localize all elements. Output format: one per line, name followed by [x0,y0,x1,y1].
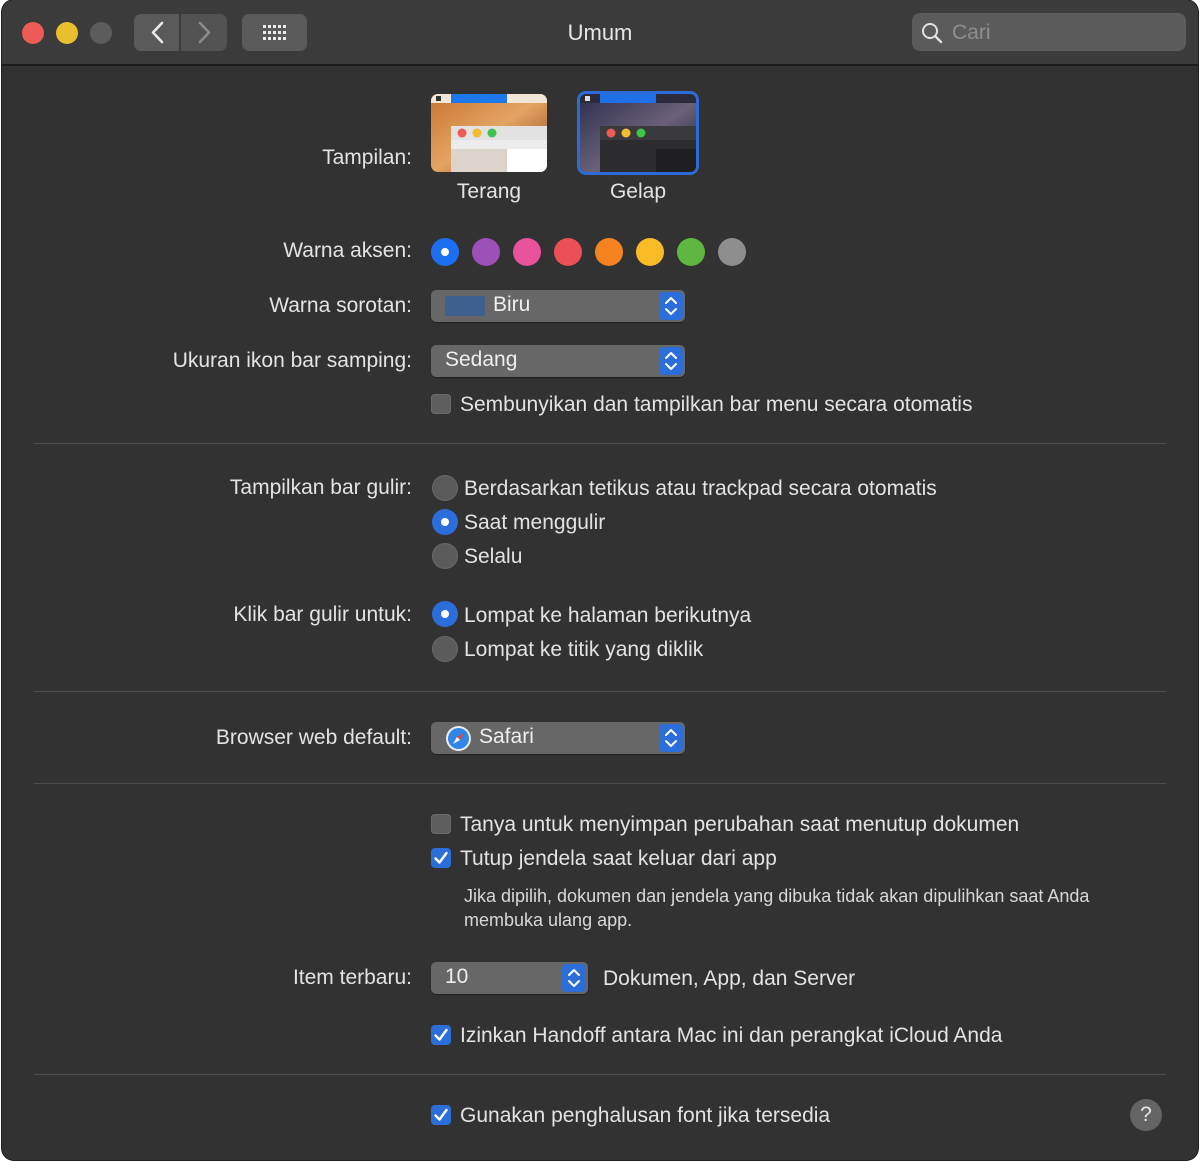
accent-color-swatch[interactable] [595,238,623,266]
accent-color-label: Warna aksen: [283,239,412,262]
scrollbars-always-label[interactable]: Selalu [464,545,522,569]
recent-items-popup[interactable]: 10 [431,962,588,994]
close-windows-note-line1: Jika dipilih, dokumen dan jendela yang d… [464,886,1090,906]
default-browser-popup[interactable]: Safari [431,722,685,754]
font-smoothing-checkbox[interactable] [431,1105,451,1125]
checkmark-icon [434,1028,448,1041]
accent-color-swatch[interactable] [636,238,664,266]
close-windows-checkbox[interactable] [431,848,451,868]
jump-next-page-label[interactable]: Lompat ke halaman berikutnya [464,604,751,628]
font-smoothing-label[interactable]: Gunakan penghalusan font jika tersedia [460,1104,830,1128]
scrollbars-auto-label[interactable]: Berdasarkan tetikus atau trackpad secara… [464,477,937,501]
scrollbars-auto-radio[interactable] [432,475,458,501]
appearance-light-label[interactable]: Terang [414,180,564,204]
search-icon [922,23,943,44]
recent-items-suffix: Dokumen, App, dan Server [603,967,856,990]
highlight-color-label: Warna sorotan: [269,294,412,317]
search-input[interactable] [950,17,1179,49]
scrollbars-always-radio[interactable] [432,543,458,569]
separator [34,1074,1166,1075]
close-windows-label[interactable]: Tutup jendela saat keluar dari app [460,847,777,871]
sidebar-icon-size-popup[interactable]: Sedang [431,345,685,377]
accent-color-swatch[interactable] [718,238,746,266]
popup-arrows-icon [659,724,683,752]
ask-save-changes-checkbox[interactable] [431,814,451,834]
appearance-dark-label[interactable]: Gelap [563,180,713,204]
safari-icon [446,726,471,751]
light-appearance-preview [431,94,547,172]
popup-arrows-icon [659,347,683,375]
separator [34,783,1166,784]
search-field[interactable] [912,13,1186,51]
default-browser-label: Browser web default: [215,726,412,749]
highlight-color-popup[interactable]: Biru [431,290,685,322]
highlight-color-value: Biru [493,293,531,316]
checkmark-icon [434,851,448,864]
show-scrollbars-label: Tampilkan bar gulir: [229,476,412,499]
accent-color-swatch[interactable] [472,238,500,266]
checkmark-icon [434,1108,448,1121]
appearance-label: Tampilan: [322,146,412,169]
auto-hide-menu-bar-checkbox[interactable] [431,394,451,414]
scrollbars-when-scrolling-label[interactable]: Saat menggulir [464,511,605,535]
separator [34,691,1166,692]
jump-next-page-radio[interactable] [432,601,458,627]
jump-clicked-spot-label[interactable]: Lompat ke titik yang diklik [464,638,703,662]
popup-arrows-icon [562,964,586,992]
accent-color-swatch[interactable] [677,238,705,266]
close-windows-note-line2: membuka ulang app. [464,910,633,930]
handoff-label[interactable]: Izinkan Handoff antara Mac ini dan peran… [460,1024,1002,1048]
titlebar: Umum [2,0,1198,66]
sidebar-icon-size-label: Ukuran ikon bar samping: [172,349,412,372]
accent-color-swatch[interactable] [431,238,459,266]
jump-clicked-spot-radio[interactable] [432,636,458,662]
appearance-light-thumbnail[interactable] [431,94,547,172]
default-browser-value: Safari [479,725,534,748]
ask-save-changes-label[interactable]: Tanya untuk menyimpan perubahan saat men… [460,813,1019,837]
popup-arrows-icon [659,292,683,320]
auto-hide-menu-bar-label[interactable]: Sembunyikan dan tampilkan bar menu secar… [460,393,972,417]
highlight-color-swatch [445,296,485,316]
help-button[interactable]: ? [1130,1099,1162,1131]
handoff-checkbox[interactable] [431,1025,451,1045]
click-scrollbar-label: Klik bar gulir untuk: [233,603,412,626]
recent-items-value: 10 [445,965,469,988]
dark-appearance-preview [580,94,696,172]
accent-color-swatch[interactable] [513,238,541,266]
accent-color-swatch[interactable] [554,238,582,266]
scrollbars-when-scrolling-radio[interactable] [432,509,458,535]
recent-items-label: Item terbaru: [292,966,412,989]
appearance-dark-thumbnail[interactable] [580,94,696,172]
sidebar-icon-size-value: Sedang [445,348,518,371]
separator [34,443,1166,444]
system-preferences-window: Umum Tampilan: [2,0,1198,1160]
